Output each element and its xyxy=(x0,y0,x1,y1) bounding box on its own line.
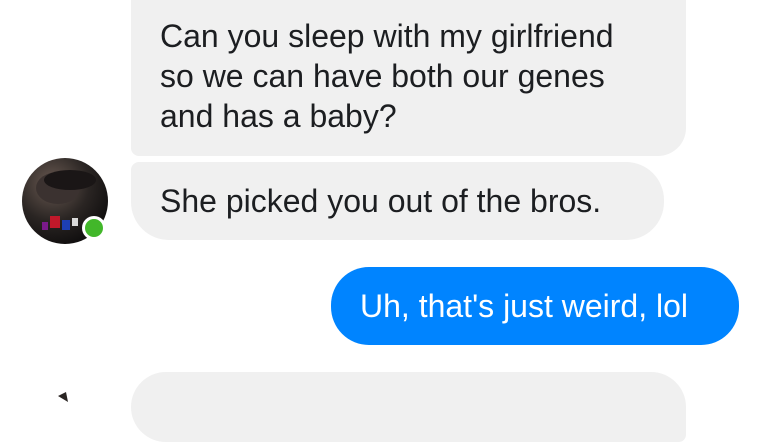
outgoing-message[interactable]: Uh, that's just weird, lol xyxy=(331,267,739,345)
incoming-message[interactable] xyxy=(131,372,686,442)
avatar-photo-partial xyxy=(58,392,68,402)
contact-avatar-partial[interactable] xyxy=(40,392,80,422)
message-text: Can you sleep with my girlfriend so we c… xyxy=(160,18,614,134)
online-status-dot xyxy=(82,216,106,240)
incoming-message[interactable]: She picked you out of the bros. xyxy=(131,162,664,240)
message-text: She picked you out of the bros. xyxy=(160,183,602,219)
incoming-message[interactable]: Can you sleep with my girlfriend so we c… xyxy=(131,0,686,156)
message-text: Uh, that's just weird, lol xyxy=(360,288,689,324)
message-thread: Can you sleep with my girlfriend so we c… xyxy=(0,0,768,442)
